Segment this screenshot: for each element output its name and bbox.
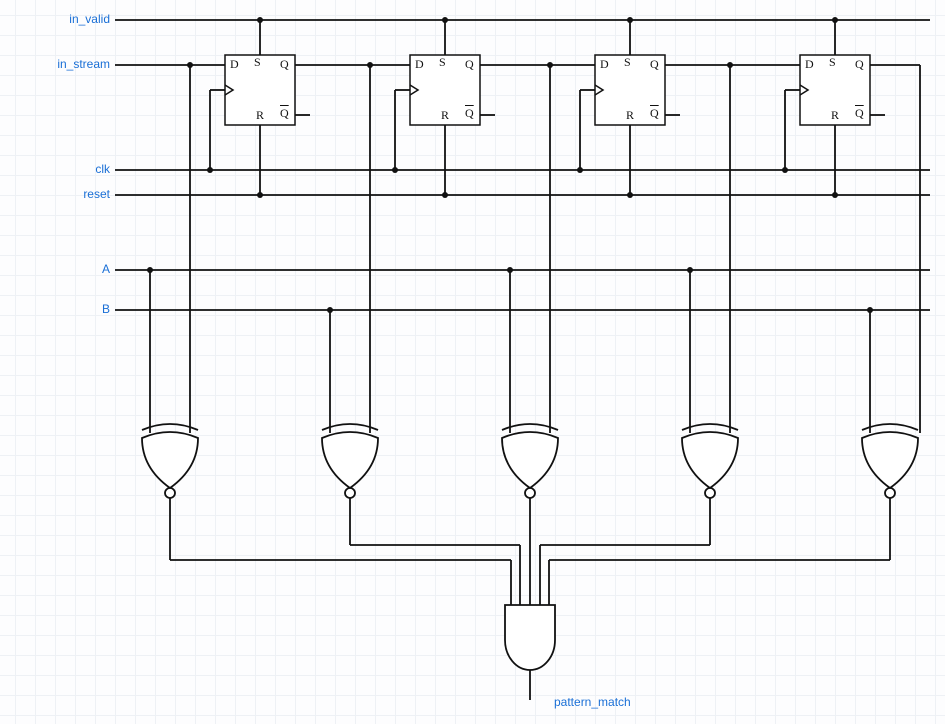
ff2-R: R xyxy=(441,108,449,123)
ff2-Qbar: Q xyxy=(465,106,474,121)
ff1-S: S xyxy=(254,55,261,70)
ff4-D: D xyxy=(805,57,814,72)
ff2-S: S xyxy=(439,55,446,70)
ff3-Q: Q xyxy=(650,57,659,72)
ff4-S: S xyxy=(829,55,836,70)
ff3-R: R xyxy=(626,108,634,123)
ff1-R: R xyxy=(256,108,264,123)
ff3-D: D xyxy=(600,57,609,72)
ff1-Qbar: Q xyxy=(280,106,289,121)
xnor-gates xyxy=(142,62,920,498)
ff1-Q: Q xyxy=(280,57,289,72)
ff2-D: D xyxy=(415,57,424,72)
ff2-Q: Q xyxy=(465,57,474,72)
ff3-S: S xyxy=(624,55,631,70)
ff4-Q: Q xyxy=(855,57,864,72)
ff4-R: R xyxy=(831,108,839,123)
ff4-Qbar: Q xyxy=(855,106,864,121)
ff3-Qbar: Q xyxy=(650,106,659,121)
xnor-to-and-wires xyxy=(170,498,890,605)
ff1-D: D xyxy=(230,57,239,72)
schematic-canvas: in_valid in_stream clk reset A B pattern… xyxy=(0,0,945,724)
and-gate xyxy=(505,605,555,700)
